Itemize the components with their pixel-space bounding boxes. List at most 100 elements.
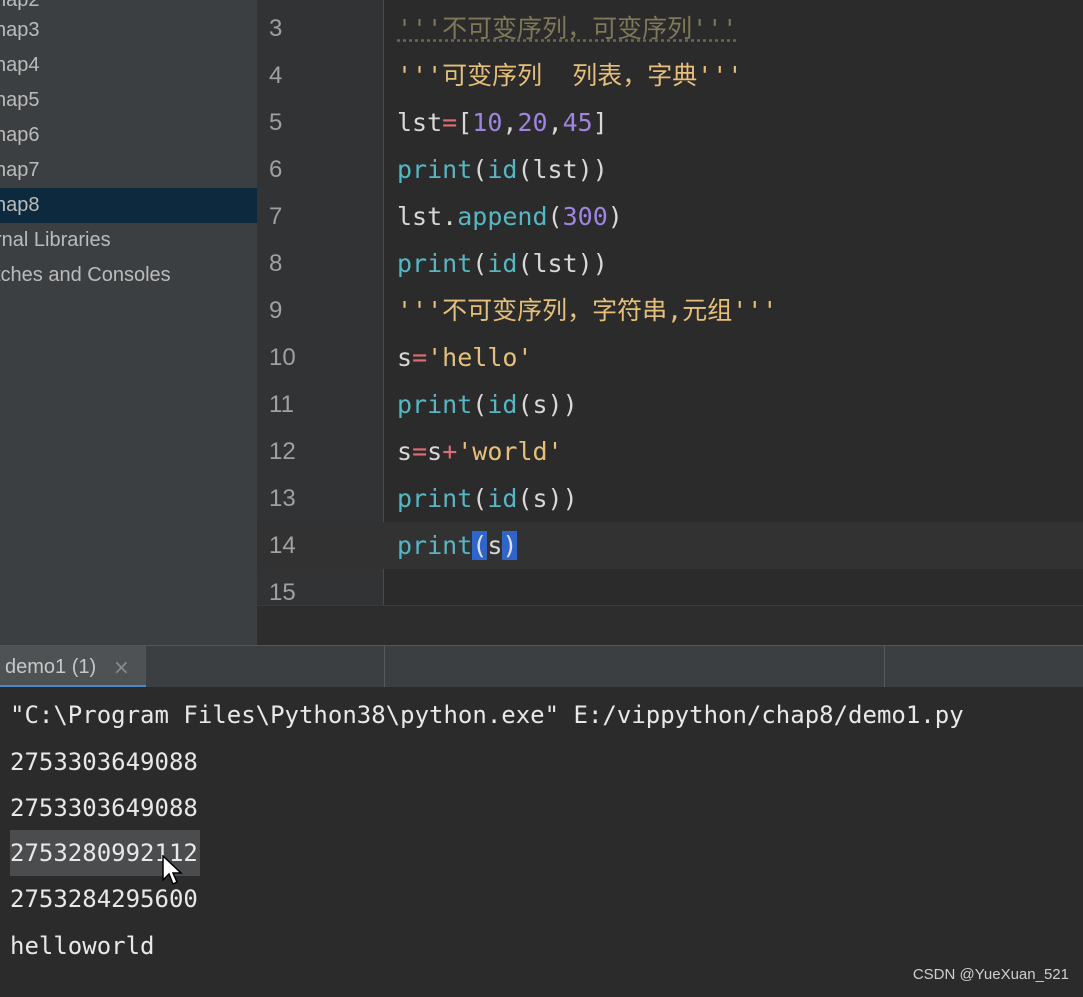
tab-divider (884, 646, 885, 688)
code-token: , (502, 108, 518, 137)
code-token: (lst)) (517, 249, 608, 278)
run-panel-tab-bar: demo1 (1) × (0, 645, 1083, 688)
code-token: (s)) (517, 484, 578, 513)
code-token: append (457, 202, 548, 231)
run-console-output[interactable]: "C:\Program Files\Python38\python.exe" E… (0, 687, 1083, 997)
code-token: id (487, 155, 518, 184)
code-line[interactable]: 13 print(id(s)) (257, 475, 1083, 522)
code-token: , (547, 108, 563, 137)
tab-divider (384, 646, 385, 688)
code-line[interactable]: 10 s='hello' (257, 334, 1083, 381)
console-output-line: 2753303649088 (10, 794, 198, 822)
code-token: id (487, 390, 518, 419)
code-token: ( (472, 249, 488, 278)
code-token: '''可变序列 列表，字典''' (397, 61, 743, 90)
mouse-pointer-icon (162, 855, 183, 886)
line-number: 12 (269, 438, 296, 465)
run-tab-demo1[interactable]: demo1 (1) × (0, 646, 146, 688)
code-text[interactable]: print(id(lst)) (397, 240, 608, 287)
code-token: lst (397, 108, 443, 137)
console-output-line: "C:\Program Files\Python38\python.exe" E… (10, 701, 964, 729)
code-token: 45 (562, 108, 593, 137)
code-line[interactable]: 15 (257, 569, 1083, 605)
code-token: print (397, 155, 473, 184)
code-token: print (397, 531, 473, 560)
line-number: 7 (269, 203, 283, 230)
code-token: s (427, 437, 443, 466)
code-token: '''不可变序列，字符串,元组''' (397, 296, 778, 325)
code-editor[interactable]: 3 '''不可变序列，可变序列''' 4 '''可变序列 列表，字典''' 5 lst=[… (257, 0, 1083, 605)
code-line[interactable]: 7 lst.append(300) (257, 193, 1083, 240)
line-number: 5 (269, 109, 283, 136)
line-number: 8 (269, 250, 283, 277)
line-number: 4 (269, 62, 283, 89)
line-number: 10 (269, 344, 296, 371)
sidebar-item[interactable]: rnal Libraries (0, 223, 257, 258)
sidebar-item[interactable]: tches and Consoles (0, 258, 257, 293)
code-token: (s)) (517, 390, 578, 419)
line-number: 13 (269, 485, 296, 512)
sidebar-item[interactable]: hap6 (0, 118, 257, 153)
code-line[interactable]: 6 print(id(lst)) (257, 146, 1083, 193)
code-text[interactable]: print(id(s)) (397, 381, 578, 428)
editor-bottom-area (257, 605, 1083, 646)
sidebar-item[interactable]: hap4 (0, 48, 257, 83)
code-token: s (397, 343, 413, 372)
code-text[interactable]: '''不可变序列，字符串,元组''' (397, 287, 777, 334)
code-text[interactable]: '''不可变序列，可变序列''' (397, 5, 737, 52)
code-token: ] (592, 108, 608, 137)
code-text[interactable]: s=s+'world' (397, 428, 563, 475)
code-token: 20 (517, 108, 548, 137)
close-icon[interactable]: × (113, 646, 130, 688)
code-text[interactable]: print(s) (397, 522, 518, 569)
code-token: = (442, 108, 458, 137)
code-token: (lst)) (517, 155, 608, 184)
code-token: 10 (472, 108, 503, 137)
code-token: '''不可变序列，可变序列''' (397, 14, 738, 43)
project-sidebar: hap2 hap3 hap4 hap5 hap6 hap7 hap8 rnal Librari… (0, 0, 257, 645)
code-text[interactable]: lst.append(300) (397, 193, 623, 240)
code-token: print (397, 484, 473, 513)
code-text[interactable]: s='hello' (397, 334, 532, 381)
code-text[interactable]: print(id(lst)) (397, 146, 608, 193)
console-output-line: 2753303649088 (10, 748, 198, 776)
code-token: + (442, 437, 458, 466)
sidebar-item[interactable]: hap5 (0, 83, 257, 118)
code-token: 'world' (457, 437, 563, 466)
code-line[interactable]: 11 print(id(s)) (257, 381, 1083, 428)
run-tab-label: demo1 (1) (5, 656, 97, 678)
code-line[interactable]: 9 '''不可变序列，字符串,元组''' (257, 287, 1083, 334)
code-token: print (397, 249, 473, 278)
code-line[interactable]: 12 s=s+'world' (257, 428, 1083, 475)
code-token: ( (472, 484, 488, 513)
code-line[interactable]: 3 '''不可变序列，可变序列''' (257, 5, 1083, 52)
code-token: 300 (562, 202, 608, 231)
code-line[interactable]: 14 print(s) (257, 522, 1083, 569)
code-token: lst. (397, 202, 458, 231)
code-token: ) (607, 202, 623, 231)
sidebar-item[interactable]: hap3 (0, 13, 257, 48)
console-output-line: helloworld (10, 932, 155, 960)
watermark: CSDN @YueXuan_521 (912, 966, 1069, 983)
code-token: print (397, 390, 473, 419)
code-token: = (412, 437, 428, 466)
code-text[interactable]: '''可变序列 列表，字典''' (397, 52, 742, 99)
code-token: [ (457, 108, 473, 137)
code-line[interactable]: 5 lst=[10,20,45] (257, 99, 1083, 146)
sidebar-item[interactable]: hap7 (0, 153, 257, 188)
sidebar-item[interactable]: hap8 (0, 188, 257, 223)
line-number: 3 (269, 15, 283, 42)
code-token: id (487, 249, 518, 278)
code-token: ) (502, 531, 518, 560)
code-token: = (412, 343, 428, 372)
code-token: s (487, 531, 503, 560)
code-text[interactable]: print(id(s)) (397, 475, 578, 522)
code-line[interactable]: 4 '''可变序列 列表，字典''' (257, 52, 1083, 99)
code-token: s (397, 437, 413, 466)
code-token: ( (547, 202, 563, 231)
line-number: 11 (269, 391, 294, 418)
code-token: ( (472, 155, 488, 184)
code-text[interactable]: lst=[10,20,45] (397, 99, 608, 146)
line-number: 6 (269, 156, 283, 183)
code-line[interactable]: 8 print(id(lst)) (257, 240, 1083, 287)
